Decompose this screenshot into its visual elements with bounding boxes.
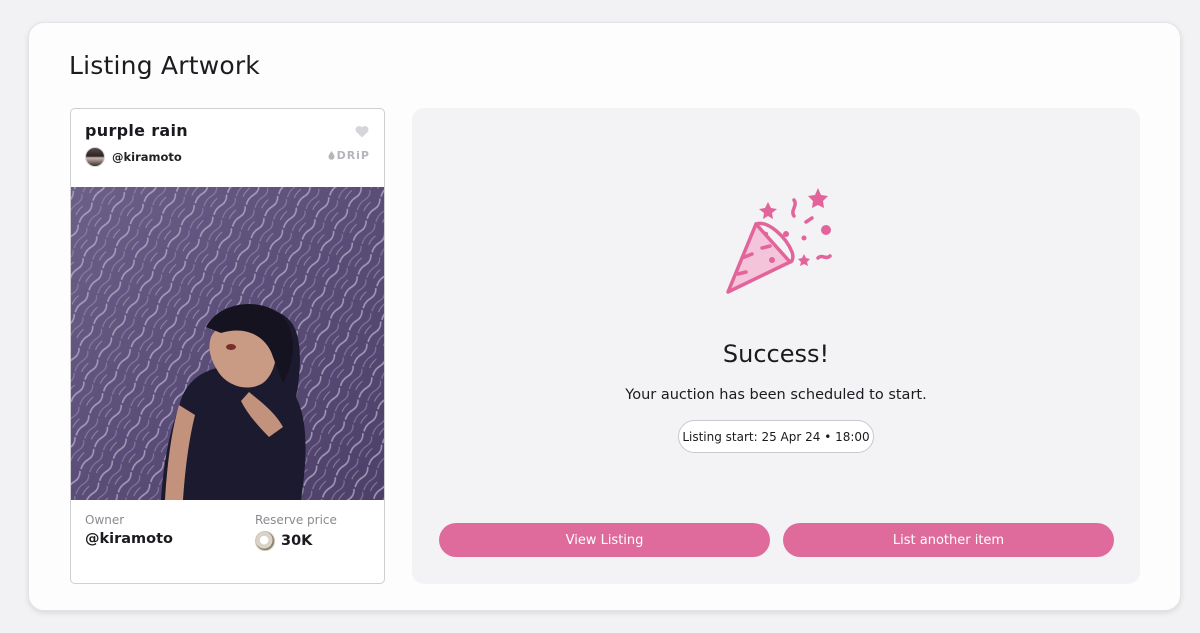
creator-avatar <box>85 147 105 167</box>
reserve-value: 30K <box>281 533 313 549</box>
success-message: Your auction has been scheduled to start… <box>625 387 927 403</box>
view-listing-button[interactable]: View Listing <box>439 523 770 557</box>
success-title: Success! <box>722 340 830 368</box>
artwork-illustration <box>71 187 384 500</box>
list-another-item-button[interactable]: List another item <box>783 523 1114 557</box>
reserve-value-row: 30K <box>255 531 337 551</box>
reserve-label: Reserve price <box>255 513 337 527</box>
listing-panel: Listing Artwork purple rain @kiramoto DR… <box>28 22 1181 611</box>
token-icon <box>255 531 275 551</box>
drop-icon <box>328 151 335 160</box>
owner-section: Owner @kiramoto <box>85 513 173 547</box>
heart-icon[interactable] <box>355 125 369 138</box>
creator-row[interactable]: @kiramoto <box>85 147 182 167</box>
listing-start-badge: Listing start: 25 Apr 24 • 18:00 <box>678 420 874 453</box>
brand-text: DRiP <box>336 149 370 162</box>
drip-logo: DRiP <box>328 149 370 162</box>
party-popper-icon <box>726 188 832 294</box>
owner-label: Owner <box>85 513 125 527</box>
creator-handle: @kiramoto <box>112 150 182 164</box>
artwork-image[interactable] <box>71 187 384 500</box>
reserve-section: Reserve price 30K <box>255 513 337 551</box>
owner-value[interactable]: @kiramoto <box>85 531 173 547</box>
page-title: Listing Artwork <box>69 51 260 80</box>
success-panel: Success! Your auction has been scheduled… <box>412 108 1140 584</box>
artwork-card[interactable]: purple rain @kiramoto DRiP Owner @kiramo… <box>70 108 385 584</box>
artwork-title: purple rain <box>85 121 188 140</box>
